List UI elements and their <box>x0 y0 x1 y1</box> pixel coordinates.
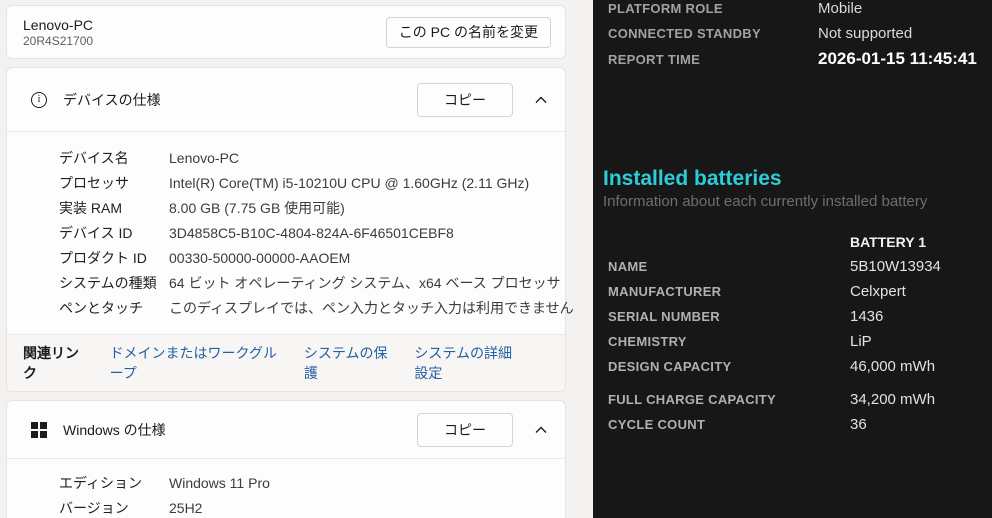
battery-row-design-capacity: DESIGN CAPACITY 46,000 mWh <box>608 354 992 379</box>
device-spec-header[interactable]: デバイスの仕様 コピー <box>7 68 565 131</box>
report-value: 2026-01-15 11:45:41 <box>818 49 977 68</box>
spec-label: エディション <box>59 475 143 491</box>
spec-value: Intel(R) Core(TM) i5-10210U CPU @ 1.60GH… <box>169 175 530 191</box>
report-value: Not supported <box>818 25 913 42</box>
settings-about-panel: Lenovo-PC 20R4S21700 この PC の名前を変更 デバイスの仕… <box>0 0 593 518</box>
windows-spec-card: Windows の仕様 コピー エディション Windows 11 Pro バー… <box>6 400 566 518</box>
battery-column-header-row: BATTERY 1 <box>608 229 992 254</box>
device-spec-body: デバイス名 Lenovo-PC プロセッサ Intel(R) Core(TM) … <box>7 132 574 334</box>
link-system-protection[interactable]: システムの保護 <box>304 343 388 383</box>
device-spec-title: デバイスの仕様 <box>63 91 161 108</box>
report-row-report-time: REPORT TIME 2026-01-15 11:45:41 <box>608 46 992 72</box>
battery-row-serial-number: SERIAL NUMBER 1436 <box>608 304 992 329</box>
battery-report-panel: PLATFORM ROLE Mobile CONNECTED STANDBY N… <box>593 0 992 518</box>
rename-pc-button[interactable]: この PC の名前を変更 <box>385 16 551 48</box>
related-links-row: 関連リンク ドメインまたはワークグループ システムの保護 システムの詳細設定 <box>7 334 565 391</box>
link-advanced-system-settings[interactable]: システムの詳細設定 <box>414 343 523 383</box>
device-model: 20R4S21700 <box>23 33 94 48</box>
battery-row-chemistry: CHEMISTRY LiP <box>608 329 992 354</box>
spec-row-pen-touch: ペンとタッチ このディスプレイでは、ペン入力とタッチ入力は利用できません <box>59 296 574 321</box>
windows-spec-header[interactable]: Windows の仕様 コピー <box>7 401 565 458</box>
battery-table: BATTERY 1 NAME 5B10W13934 MANUFACTURER C… <box>608 229 992 437</box>
spec-label: プロダクト ID <box>59 250 147 266</box>
device-header-card: Lenovo-PC 20R4S21700 この PC の名前を変更 <box>6 5 566 59</box>
spec-value: Lenovo-PC <box>169 150 240 166</box>
windows-logo-icon <box>31 421 47 438</box>
battery-value: LiP <box>850 333 872 350</box>
spec-value: 64 ビット オペレーティング システム、x64 ベース プロセッサ <box>169 275 561 291</box>
device-spec-header-left: デバイスの仕様 <box>31 90 417 110</box>
spec-row-device-id: デバイス ID 3D4858C5-B10C-4804-824A-6F46501C… <box>59 221 549 246</box>
spec-label: デバイス名 <box>59 150 129 166</box>
battery-label: DESIGN CAPACITY <box>608 359 732 374</box>
spec-row-system-type: システムの種類 64 ビット オペレーティング システム、x64 ベース プロセ… <box>59 271 561 296</box>
installed-batteries-subtitle: Information about each currently install… <box>603 193 928 210</box>
battery-row-full-charge-capacity: FULL CHARGE CAPACITY 34,200 mWh <box>608 387 992 412</box>
spec-row-edition: エディション Windows 11 Pro <box>59 471 549 496</box>
info-icon <box>31 91 47 108</box>
spec-row-version: バージョン 25H2 <box>59 496 549 518</box>
link-domain-or-workgroup[interactable]: ドメインまたはワークグループ <box>110 343 278 383</box>
report-label: REPORT TIME <box>608 51 701 67</box>
device-identity: Lenovo-PC 20R4S21700 <box>23 16 93 49</box>
windows-spec-title: Windows の仕様 <box>63 421 166 438</box>
spec-value: 3D4858C5-B10C-4804-824A-6F46501CEBF8 <box>169 225 454 241</box>
battery-value: 46,000 mWh <box>850 358 936 375</box>
battery-label: CHEMISTRY <box>608 334 687 349</box>
battery-row-manufacturer: MANUFACTURER Celxpert <box>608 279 992 304</box>
spec-row-product-id: プロダクト ID 00330-50000-00000-AAOEM <box>59 246 549 271</box>
spec-row-device-name: デバイス名 Lenovo-PC <box>59 146 549 171</box>
battery-column-header: BATTERY 1 <box>850 233 926 250</box>
related-links-label: 関連リンク <box>23 345 79 381</box>
collapse-windows-spec-button[interactable] <box>533 422 549 438</box>
device-spec-card: デバイスの仕様 コピー デバイス名 Lenovo-PC プロセッサ Intel(… <box>6 67 574 392</box>
battery-value: 5B10W13934 <box>850 258 941 275</box>
battery-label: NAME <box>608 259 648 274</box>
copy-device-spec-button[interactable]: コピー <box>417 82 513 117</box>
report-label: PLATFORM ROLE <box>608 1 723 16</box>
battery-row-name: NAME 5B10W13934 <box>608 254 992 279</box>
battery-value: Celxpert <box>850 283 906 300</box>
report-row-platform-role: PLATFORM ROLE Mobile <box>608 0 992 21</box>
spec-label: 実装 RAM <box>59 200 122 216</box>
spec-label: ペンとタッチ <box>59 300 143 316</box>
installed-batteries-title: Installed batteries <box>603 167 782 190</box>
spec-value: 25H2 <box>169 500 203 516</box>
battery-label: SERIAL NUMBER <box>608 309 721 324</box>
spec-row-ram: 実装 RAM 8.00 GB (7.75 GB 使用可能) <box>59 196 549 221</box>
screen: Lenovo-PC 20R4S21700 この PC の名前を変更 デバイスの仕… <box>0 0 992 518</box>
battery-label: MANUFACTURER <box>608 284 722 299</box>
spec-label: デバイス ID <box>59 225 133 241</box>
chevron-up-icon <box>535 426 547 433</box>
spec-label: システムの種類 <box>59 275 157 291</box>
windows-spec-body: エディション Windows 11 Pro バージョン 25H2 <box>7 459 565 518</box>
spec-row-processor: プロセッサ Intel(R) Core(TM) i5-10210U CPU @ … <box>59 171 549 196</box>
spec-label: バージョン <box>59 500 129 516</box>
battery-label: CYCLE COUNT <box>608 417 706 432</box>
battery-label: FULL CHARGE CAPACITY <box>608 392 777 407</box>
spec-value: 00330-50000-00000-AAOEM <box>169 250 351 266</box>
spec-value: Windows 11 Pro <box>169 475 270 491</box>
battery-value: 36 <box>850 416 867 433</box>
chevron-up-icon <box>535 96 547 103</box>
report-value: Mobile <box>818 0 863 17</box>
spec-value: このディスプレイでは、ペン入力とタッチ入力は利用できません <box>169 300 574 316</box>
battery-value: 34,200 mWh <box>850 391 936 408</box>
battery-row-cycle-count: CYCLE COUNT 36 <box>608 412 992 437</box>
report-row-connected-standby: CONNECTED STANDBY Not supported <box>608 21 992 46</box>
windows-spec-header-left: Windows の仕様 <box>31 420 417 440</box>
device-name-heading: Lenovo-PC <box>23 16 94 33</box>
collapse-device-spec-button[interactable] <box>533 92 549 108</box>
battery-value: 1436 <box>850 308 884 325</box>
spec-label: プロセッサ <box>59 175 129 191</box>
copy-windows-spec-button[interactable]: コピー <box>417 412 513 447</box>
system-info-table: PLATFORM ROLE Mobile CONNECTED STANDBY N… <box>608 0 992 72</box>
spec-value: 8.00 GB (7.75 GB 使用可能) <box>169 200 345 216</box>
report-label: CONNECTED STANDBY <box>608 26 761 41</box>
